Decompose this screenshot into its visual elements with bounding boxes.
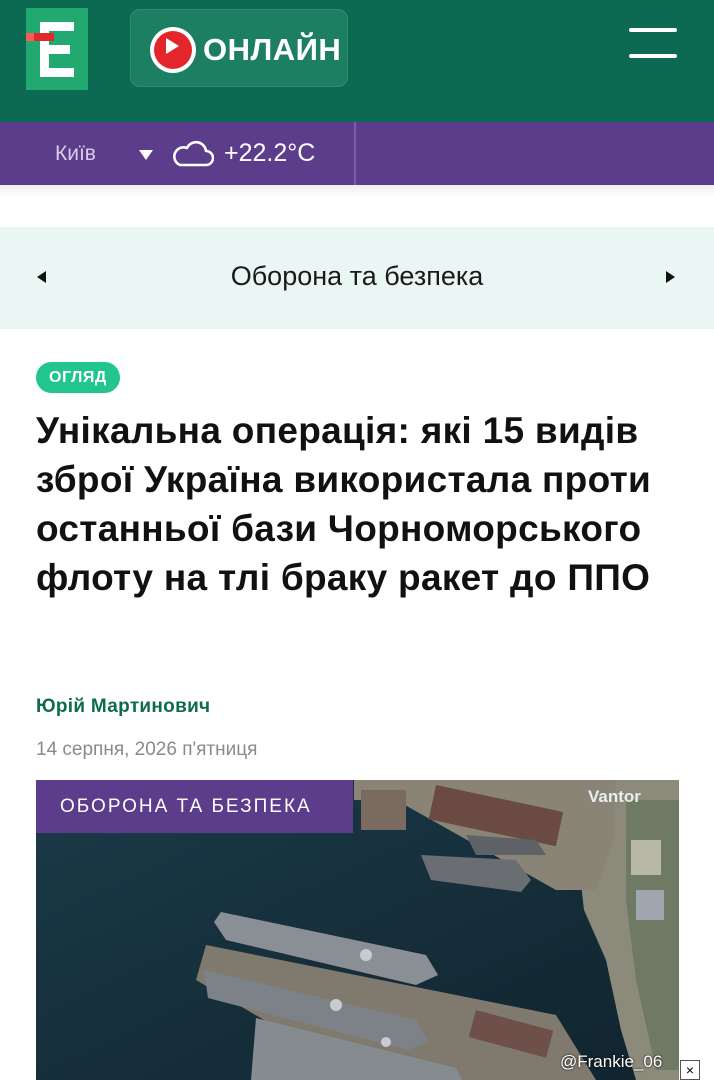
weather-bar: Київ +22.2°C — [0, 122, 714, 185]
article-badge[interactable]: ОГЛЯД — [36, 362, 120, 393]
photo-provider-logo: Vantor — [588, 787, 641, 806]
divider — [354, 122, 356, 185]
divider — [0, 185, 714, 197]
site-logo[interactable] — [26, 8, 88, 90]
category-title[interactable]: Оборона та безпека — [0, 261, 714, 292]
cloud-icon — [173, 140, 214, 167]
chevron-right-icon[interactable] — [666, 271, 675, 283]
photo-category-tag[interactable]: ОБОРОНА ТА БЕЗПЕКА — [36, 780, 353, 833]
city-selector[interactable]: Київ — [55, 142, 96, 166]
top-header: ОНЛАЙН — [0, 0, 714, 122]
article-author[interactable]: Юрій Мартинович — [36, 696, 210, 718]
logo-icon — [26, 8, 88, 90]
article-date: 14 серпня, 2026 п'ятниця — [36, 739, 258, 760]
watermark: @Frankie_06 — [560, 1052, 663, 1071]
category-nav: Оборона та безпека — [0, 227, 714, 329]
article-photo[interactable]: ОБОРОНА ТА БЕЗПЕКА Vantor — [36, 780, 679, 1080]
menu-icon[interactable] — [629, 24, 677, 64]
close-icon[interactable]: × — [680, 1060, 700, 1080]
online-label: ОНЛАЙН — [203, 32, 342, 67]
online-button[interactable]: ОНЛАЙН — [130, 9, 348, 87]
chevron-down-icon[interactable] — [139, 150, 153, 160]
temperature: +22.2°C — [224, 139, 316, 167]
article-headline: Унікальна операція: які 15 видів зброї У… — [36, 410, 652, 598]
play-icon — [150, 27, 196, 73]
